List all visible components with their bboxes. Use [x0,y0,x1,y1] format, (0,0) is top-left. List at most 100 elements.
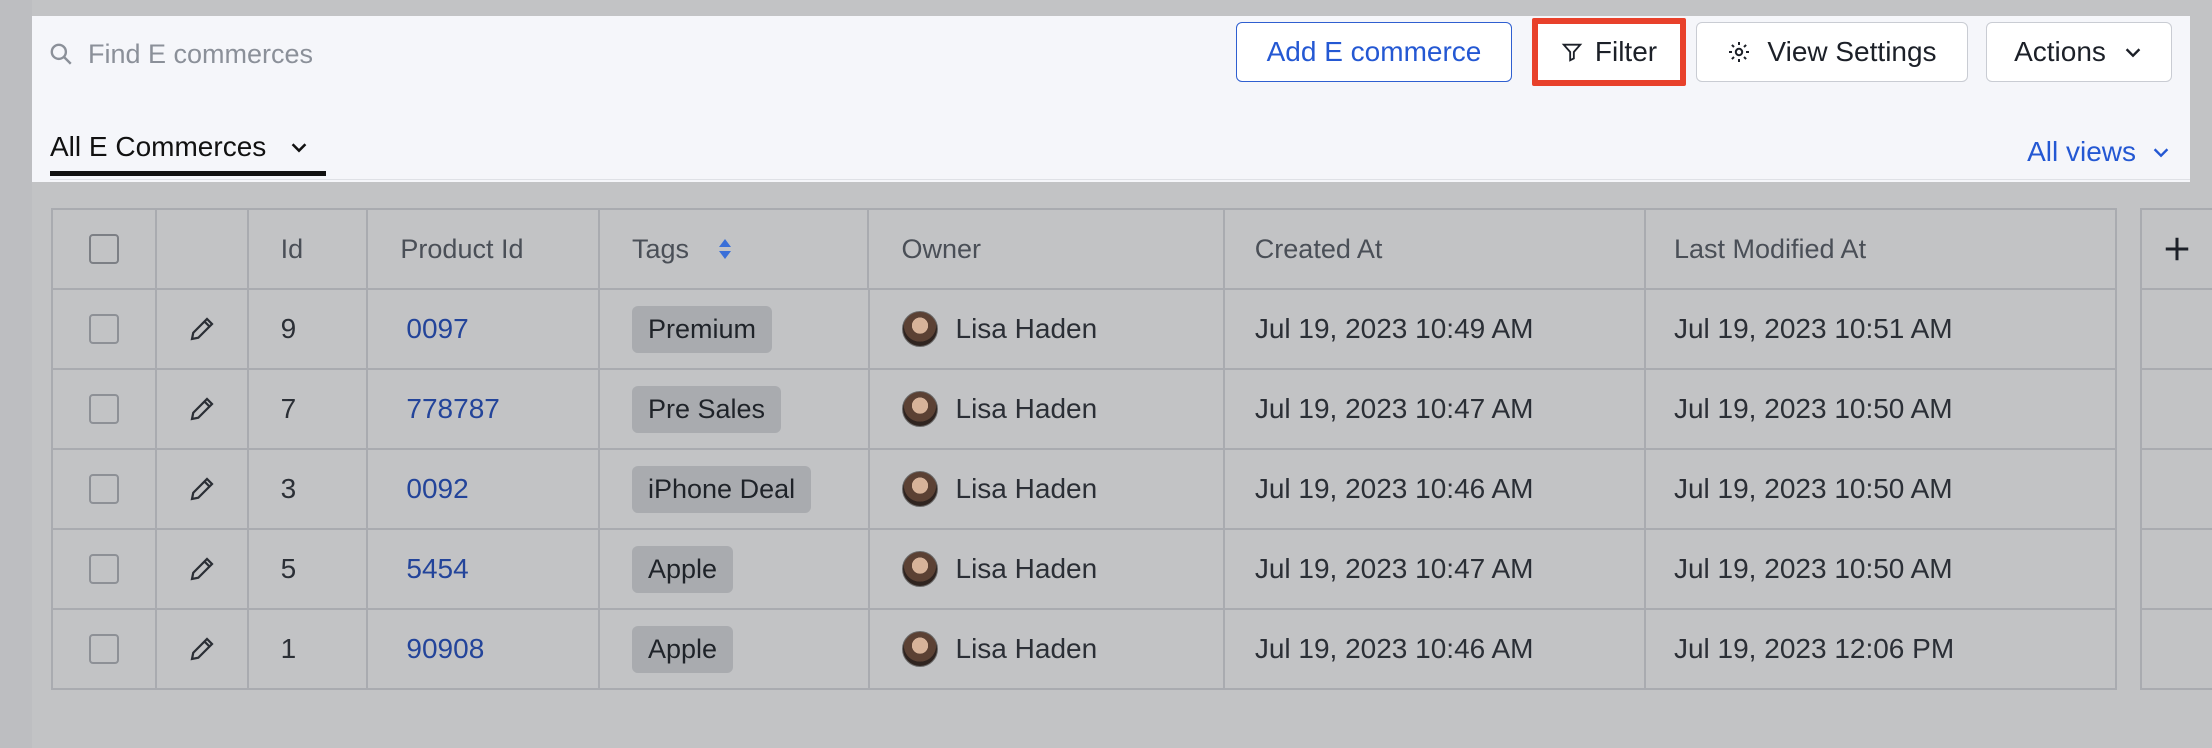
column-header-label: Owner [901,233,982,264]
add-column-area [2140,208,2212,690]
chevron-down-icon [291,142,307,152]
cell-id: 1 [249,610,369,688]
row-checkbox-cell [53,530,157,608]
side-row [2142,370,2212,450]
table-row[interactable]: 9 0097 Premium Lisa Haden Jul 19, 2023 10:49… [53,290,2115,370]
cell-last-modified-at: Jul 19, 2023 12:06 PM [1646,610,2115,688]
cell-owner: Lisa Haden [870,610,1225,688]
column-header-product-id[interactable]: Product Id [368,210,600,288]
divider [50,179,2190,180]
column-header-label: Created At [1254,233,1383,264]
created-at-value: Jul 19, 2023 10:46 AM [1254,473,1534,504]
row-checkbox[interactable] [88,554,119,584]
select-all-checkbox[interactable] [88,234,119,264]
avatar [901,311,938,347]
side-row [2142,530,2212,610]
column-header-tags[interactable]: Tags [600,210,870,288]
last-modified-value: Jul 19, 2023 12:06 PM [1673,633,1955,664]
table-row[interactable]: 1 90908 Apple Lisa Haden Jul 19, 2023 10:46 … [53,610,2115,690]
current-view-selector[interactable]: All E Commerces [50,128,326,176]
id-value: 9 [280,313,297,344]
cell-last-modified-at: Jul 19, 2023 10:51 AM [1646,290,2115,368]
cell-created-at: Jul 19, 2023 10:49 AM [1225,290,1646,368]
table-row[interactable]: 5 5454 Apple Lisa Haden Jul 19, 2023 10:47 A… [53,530,2115,610]
cell-created-at: Jul 19, 2023 10:47 AM [1225,530,1646,608]
last-modified-value: Jul 19, 2023 10:50 AM [1673,393,1953,424]
cell-last-modified-at: Jul 19, 2023 10:50 AM [1646,370,2115,448]
search-box[interactable] [48,34,648,74]
last-modified-value: Jul 19, 2023 10:50 AM [1673,473,1953,504]
view-settings-button[interactable]: View Settings [1696,22,1968,82]
row-checkbox[interactable] [88,314,119,344]
cell-product-id: 5454 [368,530,600,608]
sort-icon[interactable] [717,238,733,260]
table-row[interactable]: 3 0092 iPhone Deal Lisa Haden Jul 19, 2023 1… [53,450,2115,530]
cell-id: 9 [249,290,369,368]
created-at-value: Jul 19, 2023 10:49 AM [1254,313,1534,344]
owner-name: Lisa Haden [955,553,1098,584]
column-header-last-modified-at[interactable]: Last Modified At [1646,210,2115,288]
tag-badge: Apple [632,625,734,673]
edit-row-button[interactable] [157,530,249,608]
cell-created-at: Jul 19, 2023 10:46 AM [1225,450,1646,528]
tag-badge: Apple [632,545,734,593]
column-header-label: Last Modified At [1673,233,1867,264]
gear-icon [1729,42,1750,62]
tag-badge: Pre Sales [632,385,782,433]
cell-tags: Apple [600,530,870,608]
cell-last-modified-at: Jul 19, 2023 10:50 AM [1646,450,2115,528]
owner-name: Lisa Haden [955,393,1098,424]
product-id-link[interactable]: 0097 [406,313,468,345]
all-views-label: All views [2027,136,2136,167]
product-id-link[interactable]: 90908 [406,633,484,665]
column-header-created-at[interactable]: Created At [1225,210,1646,288]
pencil-icon [190,477,214,501]
add-ecommerce-label: Add E commerce [1266,36,1482,67]
product-id-link[interactable]: 5454 [406,553,468,585]
column-header-owner[interactable]: Owner [869,210,1225,288]
cell-product-id: 0097 [368,290,600,368]
all-views-link[interactable]: All views [2027,128,2172,176]
product-id-link[interactable]: 0092 [406,473,468,505]
actions-label: Actions [2014,36,2106,67]
cell-last-modified-at: Jul 19, 2023 10:50 AM [1646,530,2115,608]
overlay-edge [0,0,32,748]
side-row [2142,610,2212,690]
cell-id: 7 [249,370,369,448]
actions-dropdown-button[interactable]: Actions [1986,22,2172,82]
table-header-row: Id Product Id Tags Owner Created At Last… [53,210,2115,290]
current-view-label: All E Commerces [50,130,267,162]
row-checkbox[interactable] [88,394,119,424]
row-checkbox[interactable] [88,634,119,664]
pencil-icon [190,317,214,341]
pencil-icon [190,557,214,581]
filter-button[interactable]: Filter [1532,18,1686,86]
last-modified-value: Jul 19, 2023 10:51 AM [1673,313,1953,344]
add-column-button[interactable] [2142,210,2212,290]
edit-row-button[interactable] [157,610,249,688]
owner-name: Lisa Haden [955,633,1098,664]
cell-tags: iPhone Deal [600,450,870,528]
edit-row-button[interactable] [157,290,249,368]
side-row [2142,450,2212,530]
filter-label: Filter [1594,36,1658,67]
product-id-link[interactable]: 778787 [406,393,499,425]
edit-row-button[interactable] [157,370,249,448]
header-edit-cell [157,210,249,288]
cell-tags: Apple [600,610,870,688]
table-row[interactable]: 7 778787 Pre Sales Lisa Haden Jul 19, 2023 1… [53,370,2115,450]
edit-row-button[interactable] [157,450,249,528]
search-input[interactable] [88,38,608,70]
row-checkbox[interactable] [88,474,119,504]
column-header-id[interactable]: Id [249,210,369,288]
cell-owner: Lisa Haden [870,370,1225,448]
chevron-down-icon [2125,48,2141,58]
row-checkbox-cell [53,290,157,368]
cell-owner: Lisa Haden [870,530,1225,608]
created-at-value: Jul 19, 2023 10:46 AM [1254,633,1534,664]
id-value: 1 [280,633,297,664]
side-row [2142,290,2212,370]
add-ecommerce-button[interactable]: Add E commerce [1236,22,1512,82]
view-settings-label: View Settings [1767,36,1937,67]
plus-icon [2165,237,2189,261]
